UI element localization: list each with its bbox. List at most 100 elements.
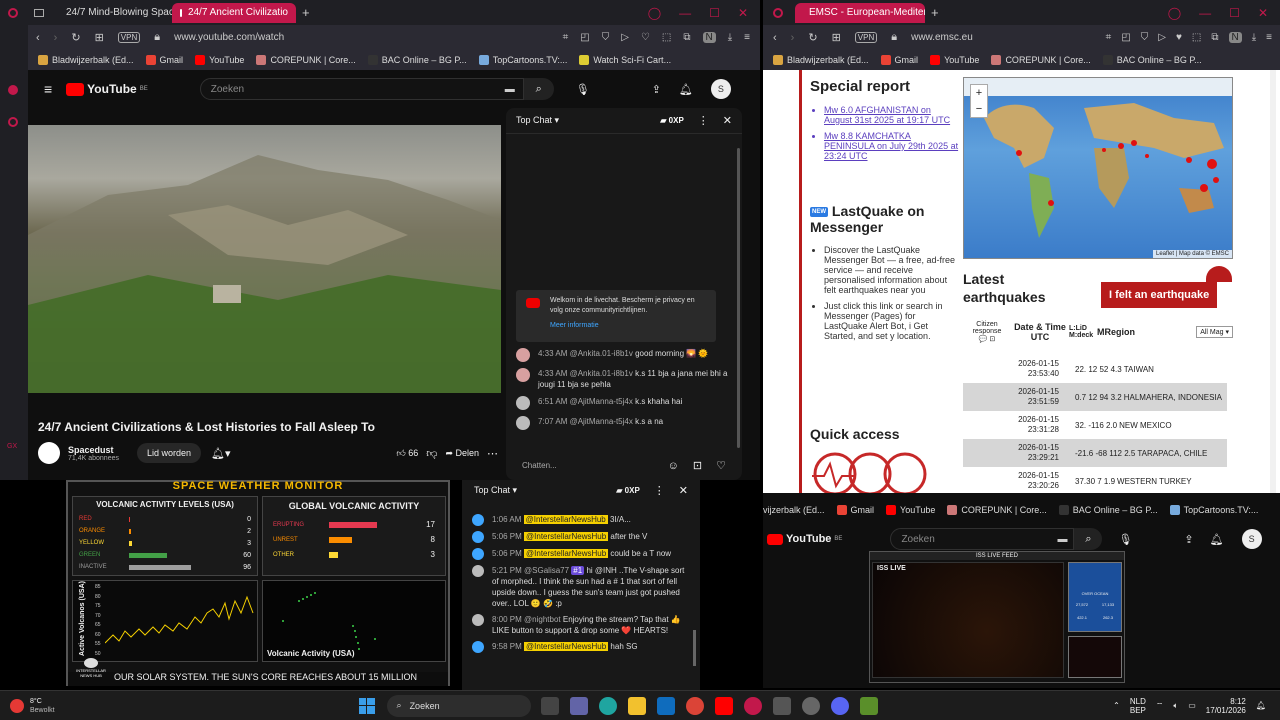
notifications-icon[interactable]: 🔔︎ <box>1210 533 1224 546</box>
new-tab-button[interactable]: + <box>302 5 310 20</box>
outlook-icon[interactable] <box>656 696 675 715</box>
bookmark-folder[interactable]: Bladwijzerbalk (Ed... <box>773 55 869 65</box>
bell-icon[interactable]: 🔔︎▾ <box>211 447 231 460</box>
volume-icon[interactable]: 🔈︎ <box>1173 701 1178 711</box>
wifi-icon[interactable]: ⌔ <box>1156 701 1164 711</box>
chat-mode-select[interactable]: Top Chat ▾ <box>474 485 517 496</box>
special-report-link[interactable]: Mw 8.8 KAMCHATKA PENINSULA on July 29th … <box>824 131 959 161</box>
video-player[interactable] <box>28 125 501 393</box>
bookmark-scifi[interactable]: Watch Sci-Fi Cart... <box>579 55 671 65</box>
heart-icon[interactable]: ♥ <box>1176 32 1182 43</box>
speed-dial-icon[interactable]: ⊞ <box>95 31 104 44</box>
notifications-icon[interactable]: 🔔︎ <box>679 83 693 96</box>
search-button[interactable]: ⌕ <box>1074 528 1103 550</box>
bookmark-folder[interactable]: vijzerbalk (Ed... <box>763 505 825 515</box>
heart-icon[interactable]: ♡ <box>641 32 650 43</box>
minimize-icon[interactable]: — <box>679 6 691 20</box>
language-indicator[interactable]: NLD BEP <box>1130 697 1146 715</box>
reload-icon[interactable]: ↻ <box>71 31 80 44</box>
chrome-icon[interactable] <box>685 696 704 715</box>
bookmark-corepunk[interactable]: COREPUNK | Core... <box>947 505 1047 515</box>
maximize-icon[interactable]: ☐ <box>709 6 720 20</box>
minimize-icon[interactable]: — <box>1199 6 1211 20</box>
workspaces-icon[interactable] <box>34 8 44 17</box>
chat-input[interactable]: Chatten... <box>522 461 557 470</box>
zoom-control[interactable]: + − <box>970 84 988 118</box>
youtube-logo[interactable]: YouTube BE <box>66 82 148 96</box>
discord-icon[interactable] <box>830 696 849 715</box>
play-icon[interactable]: ▷ <box>1158 32 1166 43</box>
weather-widget[interactable]: 8°C Bewolkt <box>10 697 55 715</box>
close-icon[interactable]: ✕ <box>738 6 748 20</box>
keyboard-icon[interactable]: ▬ <box>1057 534 1067 545</box>
bookmark-youtube[interactable]: YouTube <box>930 55 979 65</box>
bookmark-bac[interactable]: BAC Online – BG P... <box>1058 505 1158 515</box>
url-field[interactable]: www.youtube.com/watch <box>174 32 284 43</box>
youtube-app-icon[interactable] <box>714 696 733 715</box>
dislike-icon[interactable]: 👎︎ <box>426 447 437 460</box>
quake-row[interactable]: 2026-01-15 23:53:40 22. 12 52 4.3 TAIWAN <box>963 355 1227 383</box>
heart-reaction-icon[interactable]: ♡ <box>716 459 726 472</box>
bookmark-icon[interactable]: ⬚ <box>662 32 671 43</box>
bookmark-icon[interactable]: ⬚ <box>1192 32 1201 43</box>
close-icon[interactable]: ✕ <box>1258 6 1268 20</box>
screenshot-icon[interactable]: ⌗ <box>1106 32 1112 43</box>
browser-menu-icon[interactable] <box>773 7 783 18</box>
clock[interactable]: 8:12 17/01/2026 <box>1206 697 1246 715</box>
back-icon[interactable]: ‹ <box>773 32 777 44</box>
keyboard-icon[interactable]: ▬ <box>505 84 515 95</box>
chat-mode-select[interactable]: Top Chat ▾ <box>516 115 559 126</box>
task-view-icon[interactable] <box>540 696 559 715</box>
channel-name[interactable]: Spacedust <box>68 445 119 455</box>
upload-icon[interactable]: ⇪ <box>652 83 661 96</box>
more-icon[interactable]: ⋯ <box>487 447 498 460</box>
avatar[interactable]: S <box>1241 529 1262 549</box>
taskbar-search[interactable]: ⌕ Zoeken <box>386 694 531 717</box>
chat-more-icon[interactable]: ⋮ <box>698 114 709 127</box>
start-button[interactable] <box>358 697 375 714</box>
side-panel-clock-icon[interactable] <box>8 117 18 127</box>
magnitude-filter[interactable]: All Mag ▾ <box>1196 326 1233 338</box>
browser-menu-icon[interactable] <box>8 7 18 18</box>
shield-icon[interactable]: ⛉ <box>1141 32 1149 43</box>
bookmark-youtube[interactable]: YouTube <box>886 505 935 515</box>
iss-video-player[interactable]: ISS LIVE FEED ISS LIVE OVER OCEAN 27,572… <box>869 551 1125 683</box>
special-report-link[interactable]: Mw 6.0 AFGHANISTAN on August 31st 2025 a… <box>824 105 959 125</box>
calculator-icon[interactable] <box>772 696 791 715</box>
page-scrollbar[interactable] <box>1270 70 1276 493</box>
profile-icon[interactable]: N <box>702 32 716 43</box>
earthquake-map[interactable]: + − Leaflet | Map data © EMSC <box>963 77 1233 259</box>
extensions-icon[interactable]: ⧉ <box>1211 32 1218 43</box>
forward-icon[interactable]: › <box>791 32 795 44</box>
quake-row[interactable]: 2026-01-15 23:29:21 -21.6 -68 112 2.5 TAR… <box>963 439 1227 467</box>
youtube-logo[interactable]: YouTube BE <box>767 533 842 545</box>
menu-icon[interactable]: ≡ <box>1266 32 1272 43</box>
search-button[interactable]: ⌕ <box>523 78 554 100</box>
bookmark-bac[interactable]: BAC Online – BG P... <box>1102 55 1202 65</box>
tab-space[interactable]: 24/7 Mind-Blowing Space <box>52 3 172 23</box>
vivaldi-icon[interactable] <box>743 696 762 715</box>
edge-icon[interactable] <box>598 696 617 715</box>
side-panel-vivaldi-icon[interactable] <box>8 85 18 95</box>
downloads-icon[interactable]: ⤓ <box>728 32 732 43</box>
chat-scrollbar[interactable] <box>737 148 740 448</box>
chat-more-icon[interactable]: ⋮ <box>654 484 665 497</box>
pip-icon[interactable]: ◰ <box>580 32 589 43</box>
menu-icon[interactable]: ≡ <box>744 32 750 43</box>
chat-scrollbar[interactable] <box>693 630 696 666</box>
tab-emsc[interactable]: EMSC - European-Mediter <box>795 2 925 23</box>
quake-row[interactable]: 2026-01-15 23:31:28 32. -116 2.0 NEW MEXI… <box>963 411 1227 439</box>
quake-row[interactable]: 2026-01-15 23:51:59 0.7 12 94 3.2 HALMAHE… <box>963 383 1227 411</box>
microphone-icon[interactable]: 🎙︎ <box>576 83 590 96</box>
new-tab-button[interactable]: + <box>931 5 939 20</box>
quick-access-icon[interactable] <box>810 446 930 493</box>
chat-close-icon[interactable]: ✕ <box>723 114 732 127</box>
notification-bell-icon[interactable]: 🔔︎ <box>1256 701 1266 710</box>
screenshot-icon[interactable]: ⌗ <box>563 32 569 43</box>
speed-dial-icon[interactable]: ⊞ <box>832 31 841 44</box>
side-panel-gx-icon[interactable]: GX <box>7 443 17 450</box>
bookmark-youtube[interactable]: YouTube <box>195 55 244 65</box>
minecraft-icon[interactable] <box>859 696 878 715</box>
channel-avatar[interactable] <box>38 442 60 464</box>
settings-icon[interactable] <box>801 696 820 715</box>
